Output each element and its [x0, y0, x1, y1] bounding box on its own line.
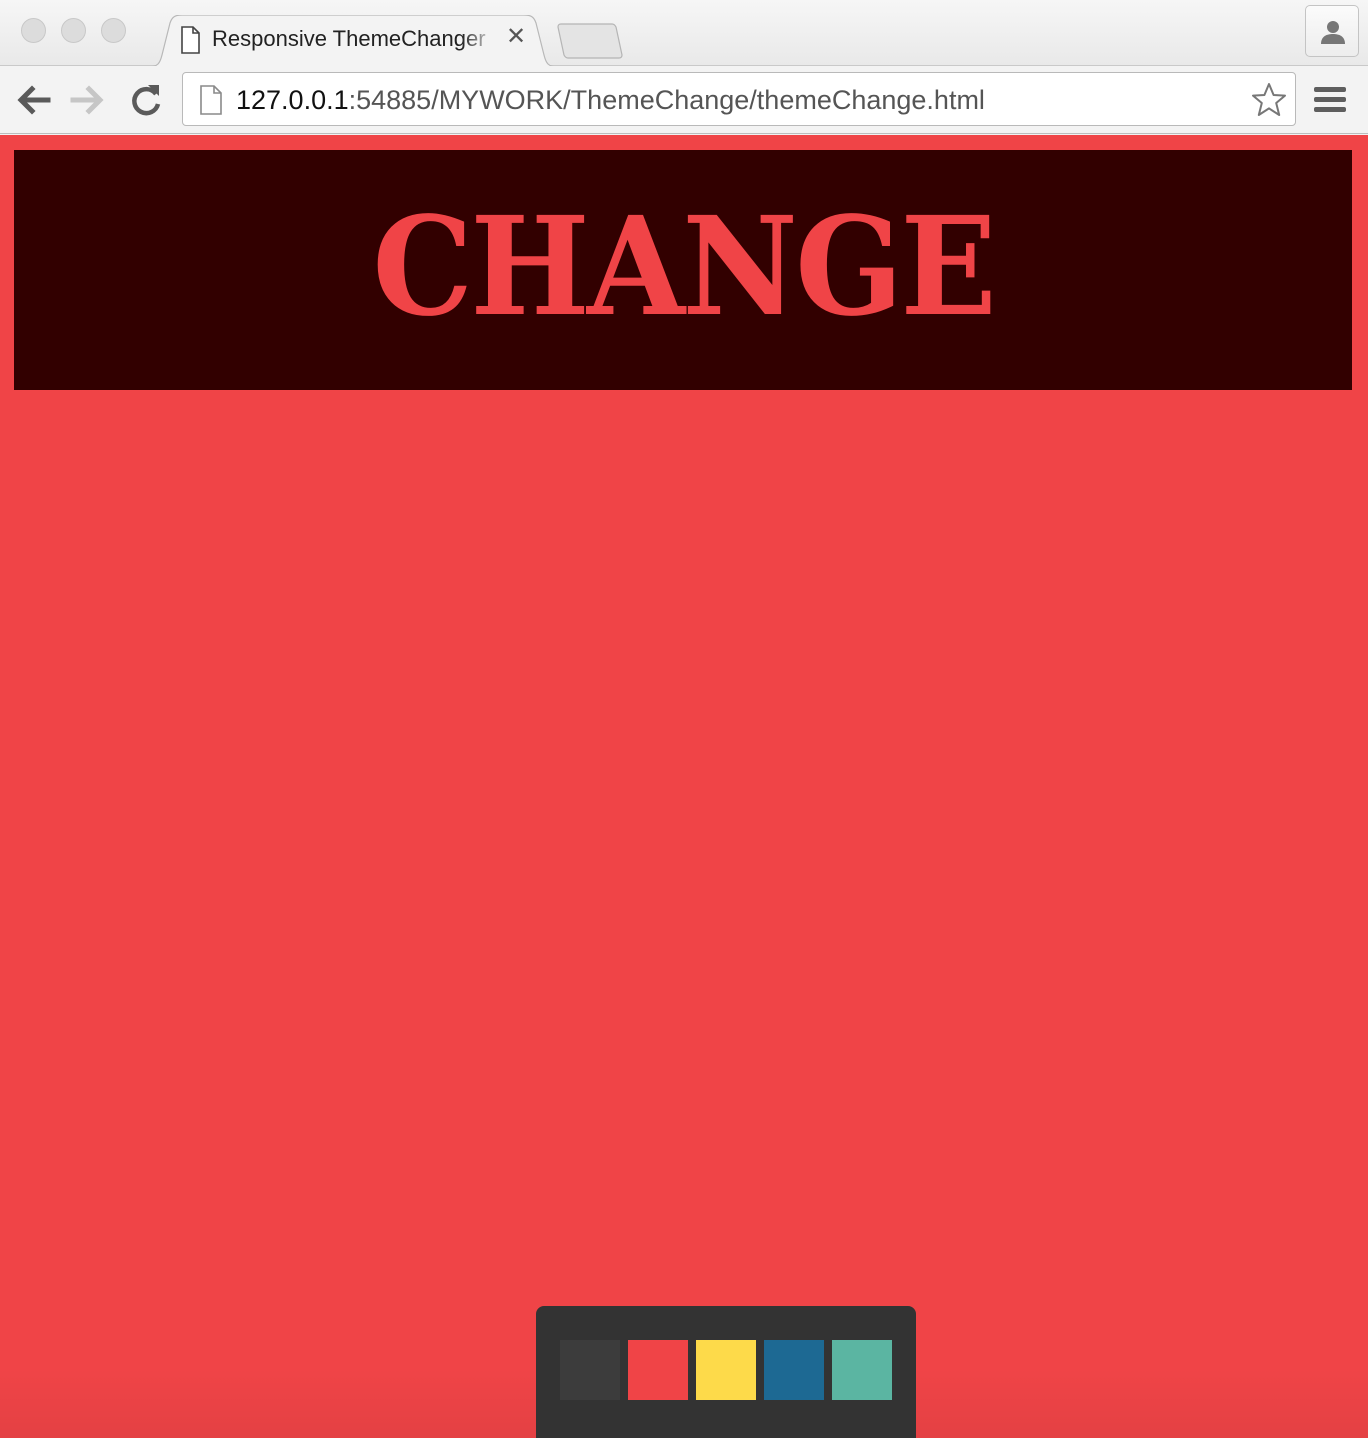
browser-toolbar: 127.0.0.1:54885/MYWORK/ThemeChange/theme… [0, 66, 1368, 134]
url-host: 127.0.0.1 [236, 85, 349, 115]
address-bar[interactable]: 127.0.0.1:54885/MYWORK/ThemeChange/theme… [182, 72, 1296, 126]
reload-icon [132, 85, 161, 116]
window-close-dot[interactable] [21, 18, 46, 43]
theme-swatch-red[interactable] [628, 1340, 688, 1400]
url-text[interactable]: 127.0.0.1:54885/MYWORK/ThemeChange/theme… [236, 85, 985, 115]
theme-swatch-yellow[interactable] [696, 1340, 756, 1400]
browser-tab-active[interactable]: Responsive ThemeChanger ✕ [148, 15, 558, 67]
hamburger-menu-icon [1314, 87, 1346, 112]
reload-button[interactable] [128, 82, 164, 118]
person-icon [1321, 21, 1345, 44]
menu-button[interactable] [1314, 84, 1346, 121]
theme-swatch-teal[interactable] [832, 1340, 892, 1400]
theme-swatch-dark[interactable] [560, 1340, 620, 1400]
theme-swatch-blue[interactable] [764, 1340, 824, 1400]
arrow-right-icon [70, 85, 104, 115]
profile-button[interactable] [1305, 5, 1359, 57]
theme-switcher-panel [536, 1306, 916, 1438]
window-minimize-dot[interactable] [61, 18, 86, 43]
new-tab-button[interactable] [556, 23, 624, 64]
page-icon [199, 85, 223, 120]
arrow-left-icon [17, 85, 51, 115]
browser-titlebar: Responsive ThemeChanger ✕ [0, 0, 1368, 67]
page-heading: CHANGE [372, 187, 996, 347]
page-document-icon [180, 26, 200, 59]
url-path: :54885/MYWORK/ThemeChange/themeChange.ht… [348, 85, 985, 115]
window-zoom-dot[interactable] [101, 18, 126, 43]
header-banner: CHANGE [14, 150, 1352, 390]
tab-title: Responsive ThemeChanger [212, 26, 486, 51]
bookmark-star-icon[interactable] [1250, 81, 1288, 124]
forward-button[interactable] [70, 82, 106, 118]
page-body: CHANGE [0, 135, 1368, 1438]
back-button[interactable] [15, 82, 51, 118]
tab-close-icon[interactable]: ✕ [506, 23, 526, 51]
